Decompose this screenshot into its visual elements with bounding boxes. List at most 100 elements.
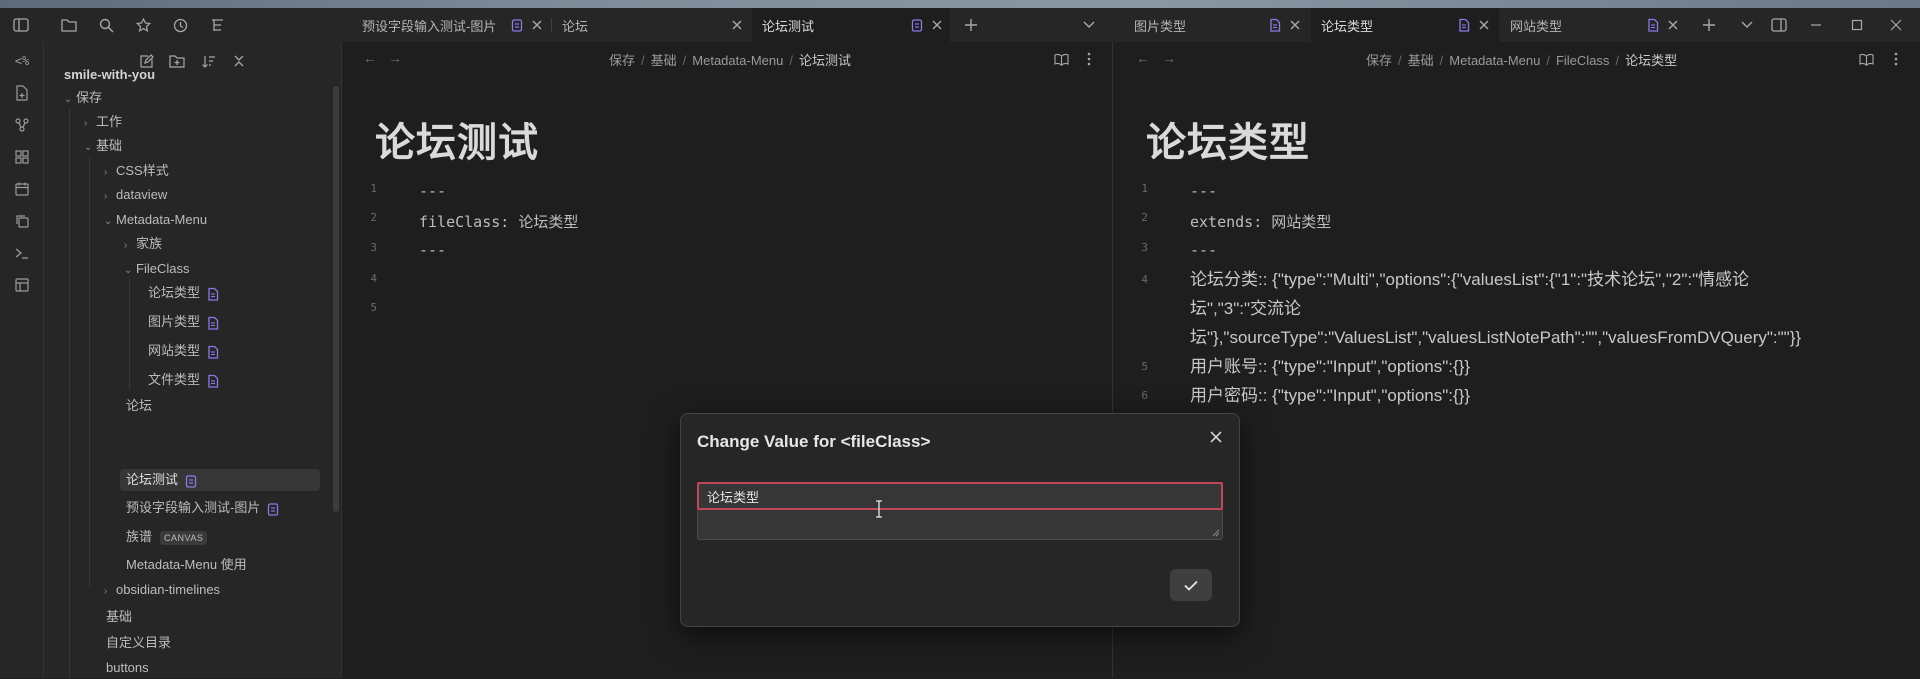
breadcrumb-item[interactable]: Metadata-Menu xyxy=(1449,53,1540,68)
tree-file-metadata-menu-usage[interactable]: Metadata-Menu 使用 xyxy=(126,554,247,576)
tree-folder-dataview[interactable]: › dataview xyxy=(104,184,167,206)
copy-icon[interactable] xyxy=(11,210,33,232)
breadcrumb-item[interactable]: 保存 xyxy=(1366,53,1392,68)
editor-line[interactable]: --- xyxy=(1190,182,1217,200)
editor-line[interactable]: 用户密码:: {"type":"Input","options":{}} xyxy=(1190,381,1470,410)
value-input[interactable] xyxy=(697,482,1223,510)
vault-name[interactable]: smile-with-you xyxy=(64,64,155,86)
confirm-button[interactable] xyxy=(1170,569,1212,601)
maximize-icon[interactable] xyxy=(1846,14,1868,36)
back-arrow-icon[interactable]: ← xyxy=(363,50,377,66)
more-options-icon[interactable] xyxy=(1080,50,1098,68)
code-percent-icon[interactable]: <% xyxy=(11,50,33,72)
graph-icon[interactable] xyxy=(11,114,33,136)
close-tab-icon[interactable] xyxy=(1477,18,1491,32)
window-close-icon[interactable] xyxy=(1885,14,1907,36)
file-plus-icon[interactable] xyxy=(11,82,33,104)
tree-folder-basic[interactable]: ⌄ 基础 xyxy=(84,135,122,157)
dashboard-grid-icon[interactable] xyxy=(11,146,33,168)
tree-folder-work[interactable]: › 工作 xyxy=(84,111,122,133)
breadcrumb-item[interactable]: 基础 xyxy=(651,53,677,68)
breadcrumb-current[interactable]: 论坛测试 xyxy=(799,53,851,68)
tree-file-website-type[interactable]: 网站类型 xyxy=(148,340,220,362)
search-icon[interactable] xyxy=(95,14,117,36)
clock-icon[interactable] xyxy=(169,14,191,36)
forward-arrow-icon[interactable]: → xyxy=(1162,50,1176,66)
editor-line-wrapped[interactable]: 论坛分类:: {"type":"Multi","options":{"value… xyxy=(1190,265,1801,352)
new-tab-icon[interactable] xyxy=(960,14,982,36)
editor-line[interactable]: 用户账号:: {"type":"Input","options":{}} xyxy=(1190,352,1470,381)
tab-list-chevron-icon[interactable] xyxy=(1736,14,1758,36)
close-tab-icon[interactable] xyxy=(1288,18,1302,32)
breadcrumb-item[interactable]: 保存 xyxy=(609,53,635,68)
tree-file-genealogy[interactable]: 族谱 CANVAS xyxy=(126,526,208,548)
editor-line[interactable]: --- xyxy=(419,241,446,259)
editor-line[interactable]: --- xyxy=(419,182,446,200)
folder-icon[interactable] xyxy=(58,14,80,36)
minimize-icon[interactable] xyxy=(1805,14,1827,36)
breadcrumb-item[interactable]: Metadata-Menu xyxy=(692,53,783,68)
tree-folder-obsidian-timelines[interactable]: › obsidian-timelines xyxy=(104,579,220,601)
reading-view-icon[interactable] xyxy=(1857,50,1875,68)
tab-forum-test[interactable]: 论坛测试 xyxy=(752,8,950,42)
close-tab-icon[interactable] xyxy=(1666,18,1680,32)
tree-file-preset-field-test[interactable]: 预设字段输入测试-图片 xyxy=(126,497,280,519)
tree-folder-css[interactable]: › CSS样式 xyxy=(104,160,169,182)
tree-folder-metadata-menu[interactable]: ⌄ Metadata-Menu xyxy=(104,209,207,231)
tree-label: 基础 xyxy=(96,138,123,153)
tree-file-basic[interactable]: 基础 xyxy=(106,606,132,628)
editor-line[interactable]: extends: 网站类型 xyxy=(1190,211,1331,232)
tag-tree-icon[interactable] xyxy=(206,14,228,36)
tab-forum[interactable]: 论坛 xyxy=(552,8,745,42)
forward-arrow-icon[interactable]: → xyxy=(388,50,402,66)
tree-file-forum-test[interactable]: 论坛测试 xyxy=(120,469,320,491)
close-icon[interactable] xyxy=(1205,426,1227,448)
template-layout-icon[interactable] xyxy=(11,274,33,296)
tab-preset-field-test[interactable]: 预设字段输入测试-图片 xyxy=(352,8,542,42)
wrapped-segment: 坛"},"sourceType":"ValuesList","valuesLis… xyxy=(1190,328,1802,347)
terminal-icon[interactable] xyxy=(11,242,33,264)
tree-file-custom-toc[interactable]: 自定义目录 xyxy=(106,632,171,654)
back-arrow-icon[interactable]: ← xyxy=(1136,50,1150,66)
tree-file-buttons[interactable]: buttons xyxy=(106,657,149,679)
tab-website-type[interactable]: 网站类型 xyxy=(1500,8,1684,42)
breadcrumb-item[interactable]: 基础 xyxy=(1408,53,1434,68)
more-options-icon[interactable] xyxy=(1887,50,1905,68)
sidebar-scrollbar[interactable] xyxy=(333,86,339,512)
tab-list-chevron-icon[interactable] xyxy=(1078,14,1100,36)
file-icon xyxy=(208,287,219,301)
note-title[interactable]: 论坛测试 xyxy=(375,110,539,168)
right-sidebar-toggle-icon[interactable] xyxy=(1768,14,1790,36)
tree-file-image-type[interactable]: 图片类型 xyxy=(148,311,220,333)
value-textarea[interactable] xyxy=(697,510,1223,540)
editor-line[interactable]: fileClass: 论坛类型 xyxy=(419,211,578,232)
tree-file-forum[interactable]: 论坛 xyxy=(126,395,152,417)
wrapped-segment: 论坛分类:: {"type":"Multi","options":{"value… xyxy=(1190,270,1750,289)
reading-view-icon[interactable] xyxy=(1052,50,1070,68)
note-title[interactable]: 论坛类型 xyxy=(1146,110,1310,168)
editor-line[interactable]: --- xyxy=(1190,241,1217,259)
tree-folder-fileclass[interactable]: ⌄ FileClass xyxy=(124,258,189,280)
breadcrumb-current[interactable]: 论坛类型 xyxy=(1625,53,1677,68)
collapse-all-icon[interactable] xyxy=(228,50,250,72)
close-tab-icon[interactable] xyxy=(730,18,744,32)
tab-forum-type[interactable]: 论坛类型 xyxy=(1311,8,1499,42)
sort-icon[interactable] xyxy=(197,50,219,72)
new-tab-icon[interactable] xyxy=(1698,14,1720,36)
bookmark-star-icon[interactable] xyxy=(132,14,154,36)
tree-label: 基础 xyxy=(106,609,133,624)
tree-folder-save[interactable]: ⌄ 保存 xyxy=(64,87,102,109)
tab-image-type[interactable]: 图片类型 xyxy=(1124,8,1309,42)
resize-grip-icon[interactable] xyxy=(1212,529,1220,537)
calendar-icon[interactable] xyxy=(11,178,33,200)
new-folder-icon[interactable] xyxy=(166,50,188,72)
line-number: 1 xyxy=(370,182,377,195)
close-tab-icon[interactable] xyxy=(930,18,944,32)
tree-folder-family[interactable]: › 家族 xyxy=(124,233,162,255)
tree-file-file-type[interactable]: 文件类型 xyxy=(148,369,220,391)
tree-label: 预设字段输入测试-图片 xyxy=(126,500,261,515)
sidebar-toggle-icon[interactable] xyxy=(10,14,32,36)
tree-file-forum-type[interactable]: 论坛类型 xyxy=(148,282,220,304)
close-tab-icon[interactable] xyxy=(530,18,544,32)
breadcrumb-item[interactable]: FileClass xyxy=(1556,53,1609,68)
